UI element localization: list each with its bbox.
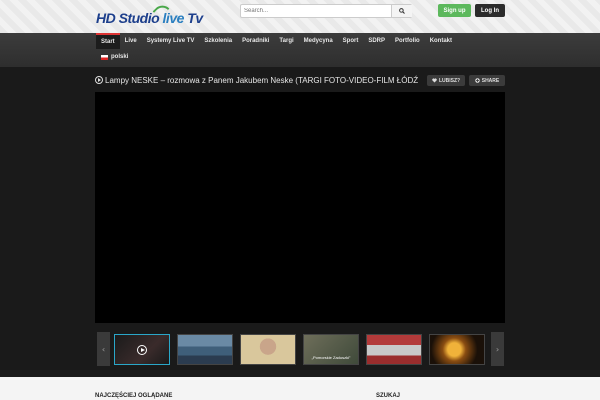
- header: HD Studio live Tv Sign up Log In: [0, 0, 600, 33]
- video-title: Lampy NESKE – rozmowa z Panem Jakubem Ne…: [105, 76, 419, 85]
- nav-item-poradniki[interactable]: Poradniki: [237, 33, 274, 49]
- nav-item-systemy-live-tv[interactable]: Systemy Live TV: [142, 33, 200, 49]
- nav-item-sdrp[interactable]: SDRP: [363, 33, 390, 49]
- nav-item-sport[interactable]: Sport: [338, 33, 364, 49]
- poland-flag-icon: [101, 54, 108, 60]
- nav-item-medycyna[interactable]: Medycyna: [299, 33, 338, 49]
- carousel-next-button[interactable]: ›: [491, 332, 504, 366]
- carousel-prev-button[interactable]: ‹: [97, 332, 110, 366]
- like-label: LUBISZ?: [438, 77, 461, 84]
- plus-icon: [474, 78, 480, 83]
- logo-text: HD Studio live Tv: [96, 10, 203, 26]
- main-nav: Start Live Systemy Live TV Szkolenia Por…: [0, 33, 600, 67]
- share-button[interactable]: SHARE: [469, 75, 505, 86]
- search-icon: [399, 8, 405, 14]
- search-box: [240, 4, 412, 18]
- site-logo[interactable]: HD Studio live Tv: [96, 1, 203, 31]
- thumbnail-1[interactable]: [114, 334, 170, 365]
- play-icon: [137, 345, 147, 355]
- thumbnail-3[interactable]: [240, 334, 296, 365]
- video-player[interactable]: [95, 92, 505, 323]
- thumbnail-carousel: ‹ „Pomorskie Zaduszki” ›: [95, 332, 505, 368]
- nav-item-kontakt[interactable]: Kontakt: [425, 33, 457, 49]
- thumbnail-6[interactable]: [429, 334, 485, 365]
- language-label: polski: [111, 54, 129, 60]
- nav-item-portfolio[interactable]: Portfolio: [390, 33, 425, 49]
- footer-section: NAJCZĘŚCIEJ OGLĄDANE SZUKAJ: [0, 377, 600, 400]
- nav-item-live[interactable]: Live: [120, 33, 142, 49]
- thumbnail-4[interactable]: „Pomorskie Zaduszki”: [303, 334, 359, 365]
- share-label: SHARE: [481, 77, 500, 84]
- play-circle-icon: [95, 76, 103, 84]
- most-watched-heading: NAJCZĘŚCIEJ OGLĄDANE: [95, 393, 173, 399]
- nav-menu: Start Live Systemy Live TV Szkolenia Por…: [96, 33, 457, 49]
- heart-icon: [432, 78, 437, 83]
- thumbnail-caption: „Pomorskie Zaduszki”: [311, 355, 351, 360]
- thumbnail-2[interactable]: [177, 334, 233, 365]
- login-button[interactable]: Log In: [475, 4, 505, 17]
- nav-item-targi[interactable]: Targi: [274, 33, 298, 49]
- nav-item-start[interactable]: Start: [96, 33, 120, 49]
- like-button[interactable]: LUBISZ?: [427, 75, 465, 86]
- signup-button[interactable]: Sign up: [438, 4, 471, 17]
- thumbnail-5[interactable]: [366, 334, 422, 365]
- search-heading: SZUKAJ: [376, 393, 401, 399]
- search-button[interactable]: [391, 5, 412, 17]
- language-selector[interactable]: polski: [101, 54, 128, 60]
- nav-item-szkolenia[interactable]: Szkolenia: [199, 33, 237, 49]
- search-input[interactable]: [241, 5, 391, 17]
